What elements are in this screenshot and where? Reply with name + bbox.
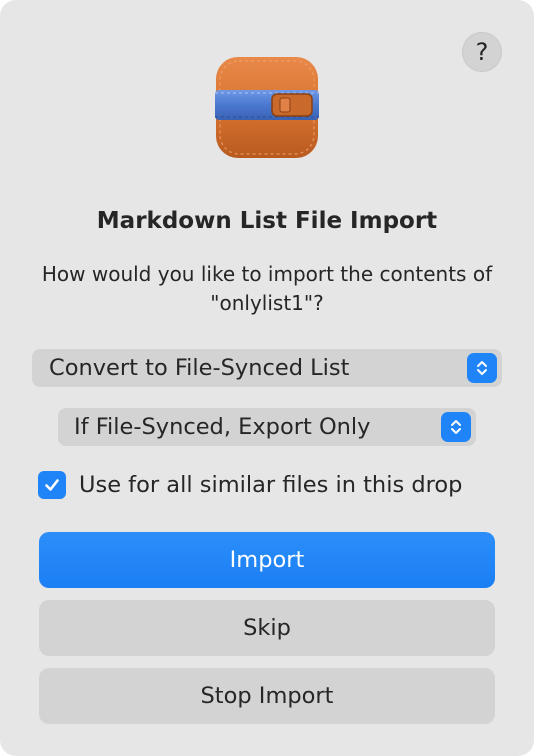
import-button[interactable]: Import bbox=[39, 532, 495, 588]
skip-button-label: Skip bbox=[243, 615, 291, 641]
import-dialog: ? Markdown List File Import How would yo… bbox=[0, 0, 534, 756]
use-for-all-checkbox[interactable] bbox=[38, 471, 66, 499]
stop-import-button[interactable]: Stop Import bbox=[39, 668, 495, 724]
import-mode-value: Convert to File-Synced List bbox=[49, 355, 350, 381]
dialog-title: Markdown List File Import bbox=[96, 208, 438, 234]
stop-import-button-label: Stop Import bbox=[200, 683, 334, 709]
chevron-up-down-icon bbox=[441, 412, 471, 442]
dialog-message: How would you like to import the content… bbox=[41, 262, 493, 315]
help-button-label: ? bbox=[475, 38, 489, 66]
sync-option-popup[interactable]: If File-Synced, Export Only bbox=[58, 408, 476, 446]
skip-button[interactable]: Skip bbox=[39, 600, 495, 656]
archive-box-icon bbox=[210, 50, 324, 164]
import-mode-popup[interactable]: Convert to File-Synced List bbox=[32, 349, 502, 387]
use-for-all-label[interactable]: Use for all similar files in this drop bbox=[79, 472, 462, 498]
chevron-up-down-icon bbox=[467, 353, 497, 383]
checkmark-icon bbox=[45, 479, 59, 491]
import-button-label: Import bbox=[229, 547, 305, 573]
sync-option-value: If File-Synced, Export Only bbox=[74, 414, 371, 440]
help-button[interactable]: ? bbox=[462, 32, 502, 72]
use-for-all-row: Use for all similar files in this drop bbox=[38, 470, 462, 500]
